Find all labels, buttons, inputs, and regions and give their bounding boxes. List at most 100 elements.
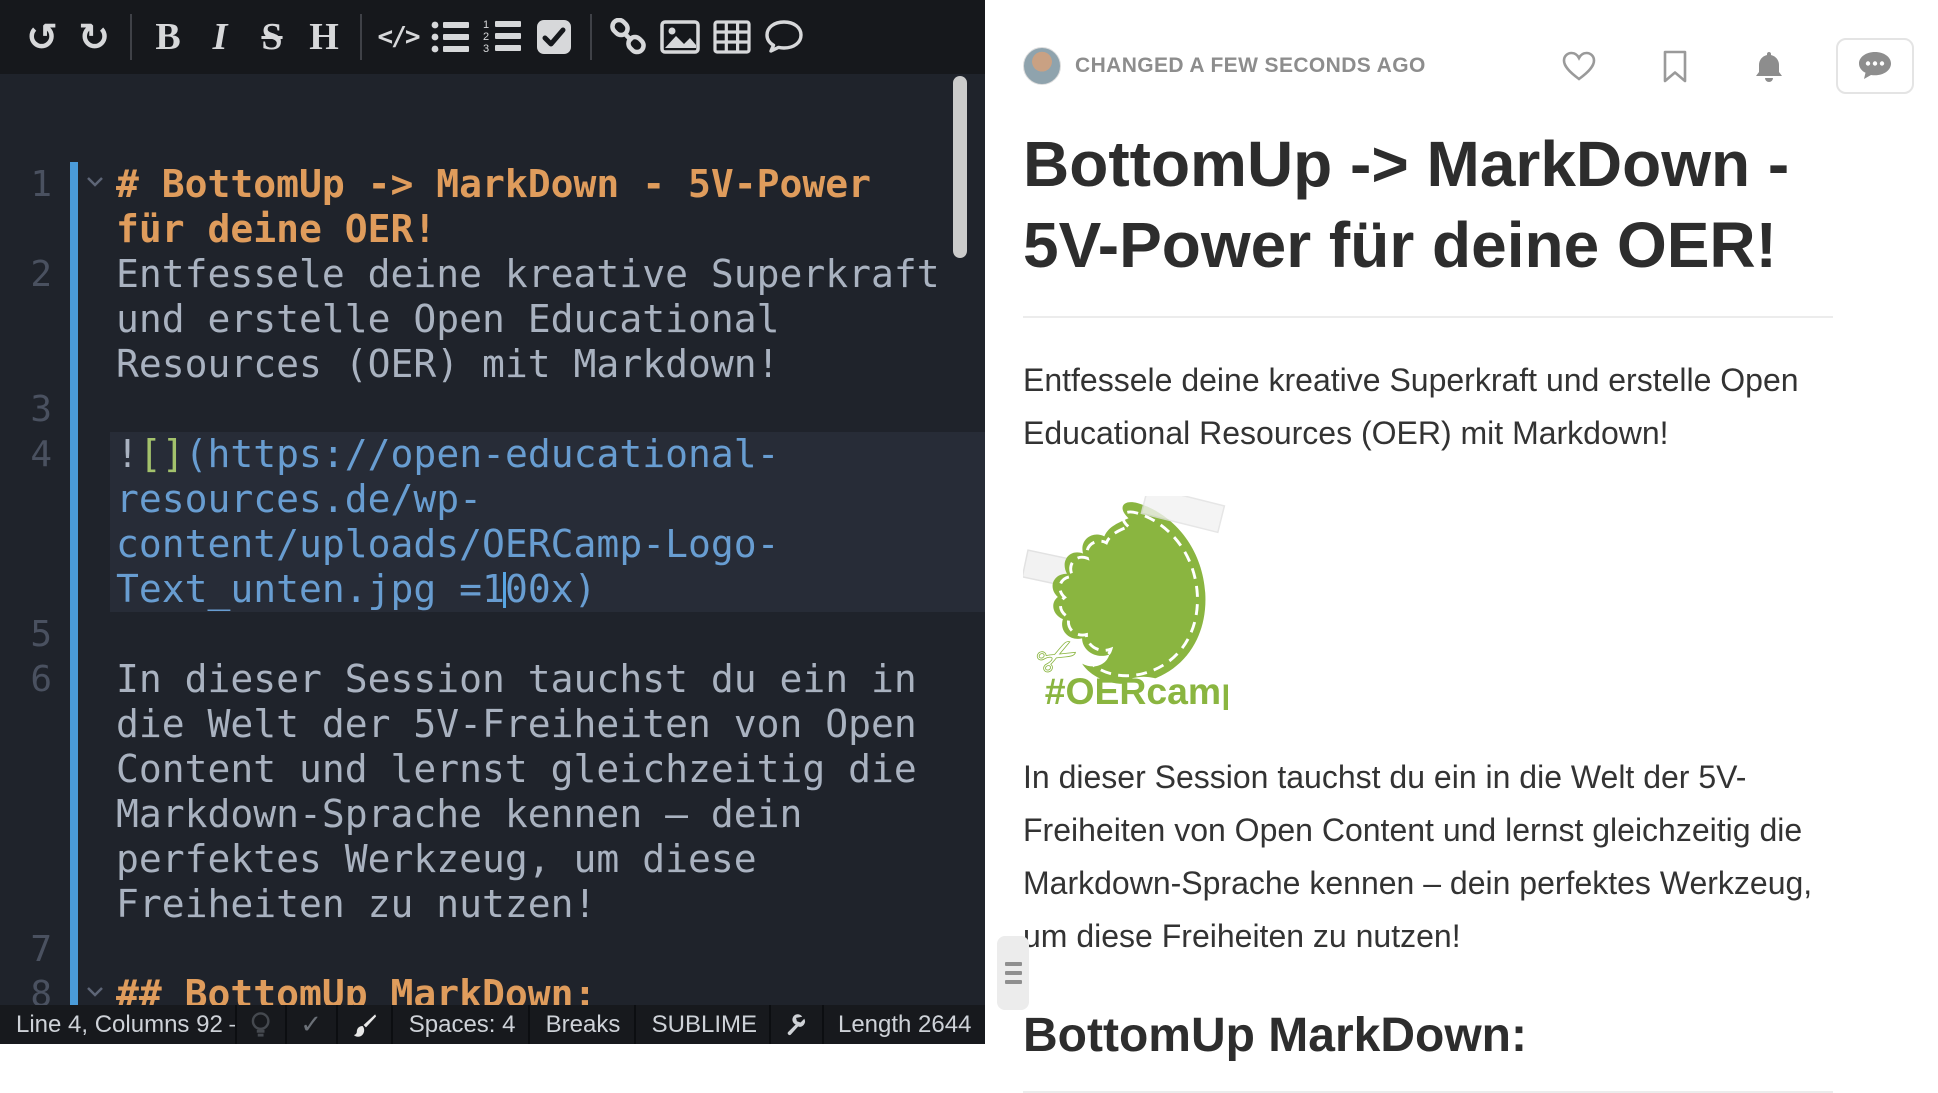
editor-row[interactable]: 8## BottomUp MarkDown:: [0, 972, 985, 1005]
gutter-spacer: [52, 747, 110, 792]
gutter-spacer: [52, 342, 110, 387]
theme-toggle[interactable]: [338, 1005, 393, 1044]
editor-row[interactable]: 3: [0, 387, 985, 432]
link-icon: [609, 18, 647, 56]
preferences-button[interactable]: [771, 1005, 824, 1044]
editor-line-text[interactable]: resources.de/wp-: [110, 477, 985, 522]
editor-row[interactable]: für deine OER!: [0, 207, 985, 252]
checklist-button[interactable]: [528, 9, 580, 65]
editor-line-text[interactable]: [110, 387, 985, 432]
editor-line-text[interactable]: Markdown-Sprache kennen – dein: [110, 792, 985, 837]
like-button[interactable]: [1562, 51, 1596, 82]
spellcheck-toggle[interactable]: ✓: [287, 1005, 338, 1044]
editor-row[interactable]: 7: [0, 927, 985, 972]
editor-row[interactable]: 4 ![](https://open-educational-: [0, 432, 985, 477]
table-button[interactable]: [706, 9, 758, 65]
editor-row[interactable]: perfektes Werkzeug, um diese: [0, 837, 985, 882]
editor-row[interactable]: 1# BottomUp -> MarkDown - 5V-Power: [0, 162, 985, 207]
bookmark-button[interactable]: [1662, 50, 1688, 83]
line-number: [0, 477, 52, 522]
table-icon: [713, 20, 751, 54]
editor-row[interactable]: content/uploads/OERCamp-Logo-: [0, 522, 985, 567]
comments-panel-button[interactable]: [1836, 38, 1914, 94]
fold-chevron-icon[interactable]: [86, 986, 104, 998]
oercamp-logo-image: ✂ #OERcamp: [1023, 496, 1228, 715]
editor-line-text[interactable]: für deine OER!: [110, 207, 985, 252]
editor-line-text[interactable]: Content und lernst gleichzeitig die: [110, 747, 985, 792]
subscribe-button[interactable]: [1754, 50, 1784, 83]
editor-line-text[interactable]: Text_unten.jpg =100x): [110, 567, 985, 612]
heading-button[interactable]: H: [298, 9, 350, 65]
editor-row[interactable]: 2 Entfessele deine kreative Superkraft: [0, 252, 985, 297]
code-button[interactable]: </>: [372, 9, 424, 65]
hint-toggle[interactable]: [237, 1005, 286, 1044]
editor-line-text[interactable]: Entfessele deine kreative Superkraft: [110, 252, 985, 297]
undo-button[interactable]: ↺: [16, 9, 68, 65]
bold-icon: B: [155, 18, 180, 56]
line-number: [0, 297, 52, 342]
editor-row[interactable]: resources.de/wp-: [0, 477, 985, 522]
editor-line-text[interactable]: ## BottomUp MarkDown:: [110, 972, 985, 1005]
editor-line-text[interactable]: content/uploads/OERCamp-Logo-: [110, 522, 985, 567]
svg-text:3: 3: [483, 43, 489, 55]
italic-icon: I: [213, 18, 228, 56]
comment-button[interactable]: [758, 9, 810, 65]
editor-row[interactable]: Markdown-Sprache kennen – dein: [0, 792, 985, 837]
editor-line-text[interactable]: In dieser Session tauchst du ein in: [110, 657, 985, 702]
ordered-list-button[interactable]: 1 2 3: [476, 9, 528, 65]
editor-row[interactable]: Freiheiten zu nutzen!: [0, 882, 985, 927]
bullet-list-button[interactable]: [424, 9, 476, 65]
editor-line-text[interactable]: Resources (OER) mit Markdown!: [110, 342, 985, 387]
comment-icon: [764, 19, 804, 55]
code-token: content/uploads/OERCamp-Logo-: [116, 522, 779, 566]
line-number: 4: [0, 432, 52, 477]
gutter-spacer: [52, 297, 110, 342]
editor-line-text[interactable]: # BottomUp -> MarkDown - 5V-Power: [110, 162, 985, 207]
editor-row[interactable]: Resources (OER) mit Markdown!: [0, 342, 985, 387]
line-number: [0, 882, 52, 927]
line-number: [0, 702, 52, 747]
toolbar-separator: [360, 14, 362, 60]
last-changed-label: CHANGED A FEW SECONDS AGO: [1075, 54, 1426, 78]
code-token: In dieser Session tauchst du ein in: [116, 657, 917, 701]
editor-line-text[interactable]: und erstelle Open Educational: [110, 297, 985, 342]
editor-row[interactable]: 5: [0, 612, 985, 657]
keymap-setting[interactable]: SUBLIME: [636, 1005, 772, 1044]
editor-row[interactable]: Text_unten.jpg =100x): [0, 567, 985, 612]
editor-row[interactable]: und erstelle Open Educational: [0, 297, 985, 342]
image-button[interactable]: [654, 9, 706, 65]
code-token: !: [116, 432, 139, 476]
editor-row[interactable]: Content und lernst gleichzeitig die: [0, 747, 985, 792]
line-number: 2: [0, 252, 52, 297]
gutter-spacer: [52, 522, 110, 567]
avatar[interactable]: [1023, 47, 1061, 85]
bold-button[interactable]: B: [142, 9, 194, 65]
editor-scrollbar[interactable]: [953, 76, 967, 258]
editor-line-text[interactable]: Freiheiten zu nutzen!: [110, 882, 985, 927]
rendered-markdown: BottomUp -> MarkDown - 5V-Power für dein…: [997, 124, 1832, 1093]
indent-setting[interactable]: Spaces: 4: [393, 1005, 530, 1044]
editor-row[interactable]: die Welt der 5V-Freiheiten von Open: [0, 702, 985, 747]
fold-chevron-icon[interactable]: [86, 176, 104, 188]
linebreak-setting[interactable]: Breaks: [530, 1005, 636, 1044]
editor-line-text[interactable]: [110, 927, 985, 972]
line-number: [0, 747, 52, 792]
gutter-spacer: [52, 387, 110, 432]
editor-line-text[interactable]: [110, 612, 985, 657]
cursor-position: Line 4, Columns 92 — 21: [0, 1005, 237, 1044]
redo-button[interactable]: ↻: [68, 9, 120, 65]
link-button[interactable]: [602, 9, 654, 65]
editor-line-text[interactable]: ![](https://open-educational-: [110, 432, 985, 477]
code-editor[interactable]: 1# BottomUp -> MarkDown - 5V-Powerfür de…: [0, 74, 985, 1005]
pane-resize-handle[interactable]: [997, 936, 1029, 1010]
line-number: [0, 522, 52, 567]
strikethrough-button[interactable]: S: [246, 9, 298, 65]
italic-button[interactable]: I: [194, 9, 246, 65]
redo-icon: ↻: [78, 18, 110, 56]
code-token: Text_unten.jpg =1: [116, 567, 505, 611]
editor-row[interactable]: 6In dieser Session tauchst du ein in: [0, 657, 985, 702]
editor-line-text[interactable]: die Welt der 5V-Freiheiten von Open: [110, 702, 985, 747]
editor-line-text[interactable]: perfektes Werkzeug, um diese: [110, 837, 985, 882]
line-number: [0, 207, 52, 252]
gutter-spacer: [52, 837, 110, 882]
